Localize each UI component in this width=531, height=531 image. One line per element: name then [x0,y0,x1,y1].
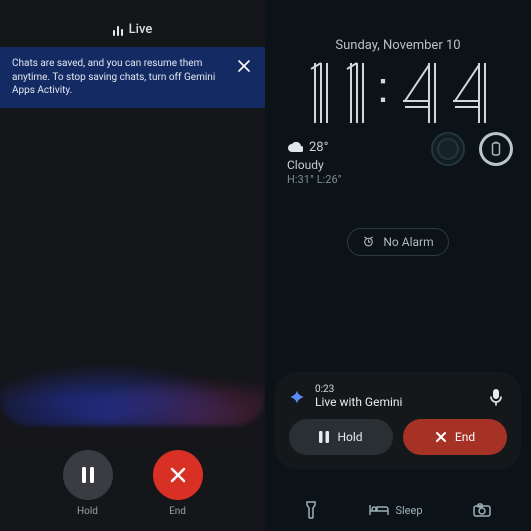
lock-bottom-bar: Sleep [265,501,531,519]
banner-text: Chats are saved, and you can resume them… [12,57,225,98]
gemini-live-screen: Live Chats are saved, and you can resume… [0,0,265,531]
flashlight-button[interactable] [304,501,318,519]
cloud-icon [287,142,303,154]
lock-screen: Sunday, November 10 : 28° Cloudy [265,0,531,531]
clock-digit-4a [399,57,443,129]
media-title: Live with Gemini [315,395,475,409]
media-hold-label: Hold [337,430,362,444]
gemini-sparkle-icon [289,389,305,405]
alarm-icon [362,235,375,248]
battery-ring-icon[interactable] [479,132,513,166]
media-hold-button[interactable]: Hold [289,419,393,455]
media-elapsed: 0:23 [315,384,475,395]
media-card: 0:23 Live with Gemini Hold End [275,372,521,469]
clock-colon: : [375,66,393,120]
weather-hilo: H:31° L:26° [287,173,509,188]
camera-icon [473,503,491,517]
close-icon[interactable] [235,57,253,75]
flashlight-icon [304,501,318,519]
audio-wave-icon [113,24,123,36]
media-end-label: End [455,430,475,444]
mic-button[interactable] [485,386,507,408]
end-label: End [169,506,186,517]
lock-time: : [265,57,531,129]
bed-icon [369,504,389,516]
activity-ring-icon[interactable] [431,132,465,166]
lock-date: Sunday, November 10 [265,38,531,53]
end-button[interactable] [153,450,203,500]
camera-button[interactable] [473,503,491,517]
alarm-text: No Alarm [383,235,433,249]
sleep-label: Sleep [395,504,422,517]
sleep-button[interactable]: Sleep [369,504,422,517]
lock-widgets [431,132,513,166]
live-header: Live [0,0,265,37]
alarm-chip[interactable]: No Alarm [347,228,448,256]
media-end-button[interactable]: End [403,419,507,455]
hold-button[interactable] [63,450,113,500]
info-banner: Chats are saved, and you can resume them… [0,47,265,108]
live-label: Live [129,22,153,37]
weather-temp: 28° [309,139,328,157]
pause-icon [319,431,329,443]
close-icon [435,431,447,443]
clock-digit-4b [449,57,493,129]
clock-digit-1b [339,57,369,129]
call-controls: Hold End [0,450,265,517]
hold-label: Hold [77,506,98,517]
clock-digit-1 [303,57,333,129]
voice-glow [0,296,265,426]
